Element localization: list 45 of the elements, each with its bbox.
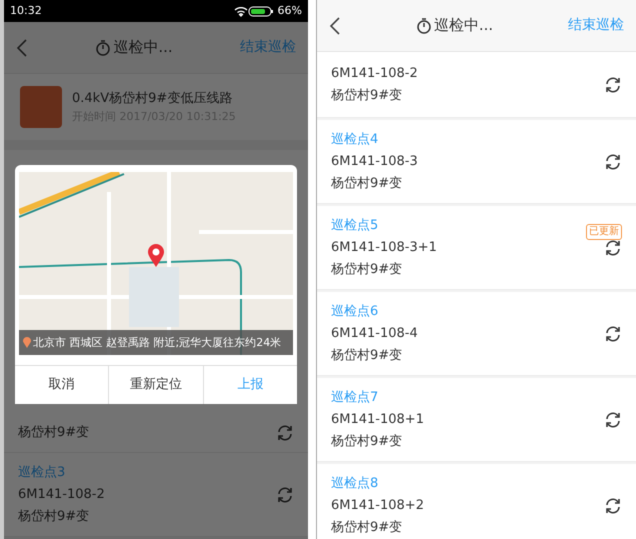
stopwatch-icon (416, 17, 432, 34)
screen-title: 巡检中... (434, 15, 494, 36)
point-title: 巡检点4 (331, 130, 378, 148)
back-icon (329, 16, 341, 36)
point-code: 6M141-108-2 (18, 486, 105, 504)
refresh-icon[interactable] (604, 411, 622, 430)
location-pin-icon (147, 244, 165, 268)
end-inspection-button[interactable]: 结束巡检 (240, 37, 296, 58)
substation-name: 杨岱村9#变 (331, 86, 402, 104)
substation-name: 杨岱村9#变 (331, 260, 402, 278)
substation-name: 杨岱村9#变 (331, 518, 402, 536)
point-code: 6M141-108-3 (331, 152, 418, 170)
substation-name: 杨岱村9#变 (18, 424, 90, 442)
substation-name: 杨岱村9#变 (331, 174, 402, 192)
status-time: 10:32 (10, 2, 43, 19)
dialog-button[interactable]: 取消 (15, 366, 110, 404)
refresh-icon[interactable] (604, 76, 622, 94)
refresh-icon[interactable] (604, 153, 622, 172)
stopwatch-icon (95, 39, 112, 56)
point-code: 6M141-108-4 (331, 324, 418, 342)
updated-tag: 已更新 (586, 224, 622, 240)
point-title: 巡检点7 (331, 388, 378, 406)
battery-icon (248, 6, 274, 16)
battery-percent: 66% (278, 2, 302, 19)
point-title: 巡检点6 (331, 302, 378, 320)
substation-name: 杨岱村9#变 (18, 508, 90, 526)
location-icon (23, 337, 31, 348)
point-code: 6M141-108+1 (331, 410, 424, 428)
point-code: 6M141-108-2 (331, 64, 418, 82)
point-title: 巡检点8 (331, 474, 378, 492)
point-title: 巡检点5 (331, 216, 378, 234)
end-inspection-button[interactable]: 结束巡检 (568, 15, 624, 36)
back-icon (16, 38, 28, 58)
address-text: 北京市 西城区 赵登禹路 附近;冠华大厦往东约24米 (33, 336, 282, 349)
refresh-icon[interactable] (604, 325, 622, 344)
wifi-icon (234, 6, 248, 16)
task-title: 0.4kV杨岱村9#变低压线路 (72, 90, 234, 108)
screen-title: 巡检中... (113, 37, 173, 58)
point-code: 6M141-108-3+1 (331, 238, 437, 256)
point-title: 巡检点3 (18, 464, 66, 482)
point-code: 6M141-108+2 (331, 496, 424, 514)
substation-name: 杨岱村9#变 (331, 346, 402, 364)
refresh-icon[interactable] (604, 497, 622, 516)
refresh-icon[interactable] (604, 239, 622, 258)
substation-name: 杨岱村9#变 (331, 432, 402, 450)
